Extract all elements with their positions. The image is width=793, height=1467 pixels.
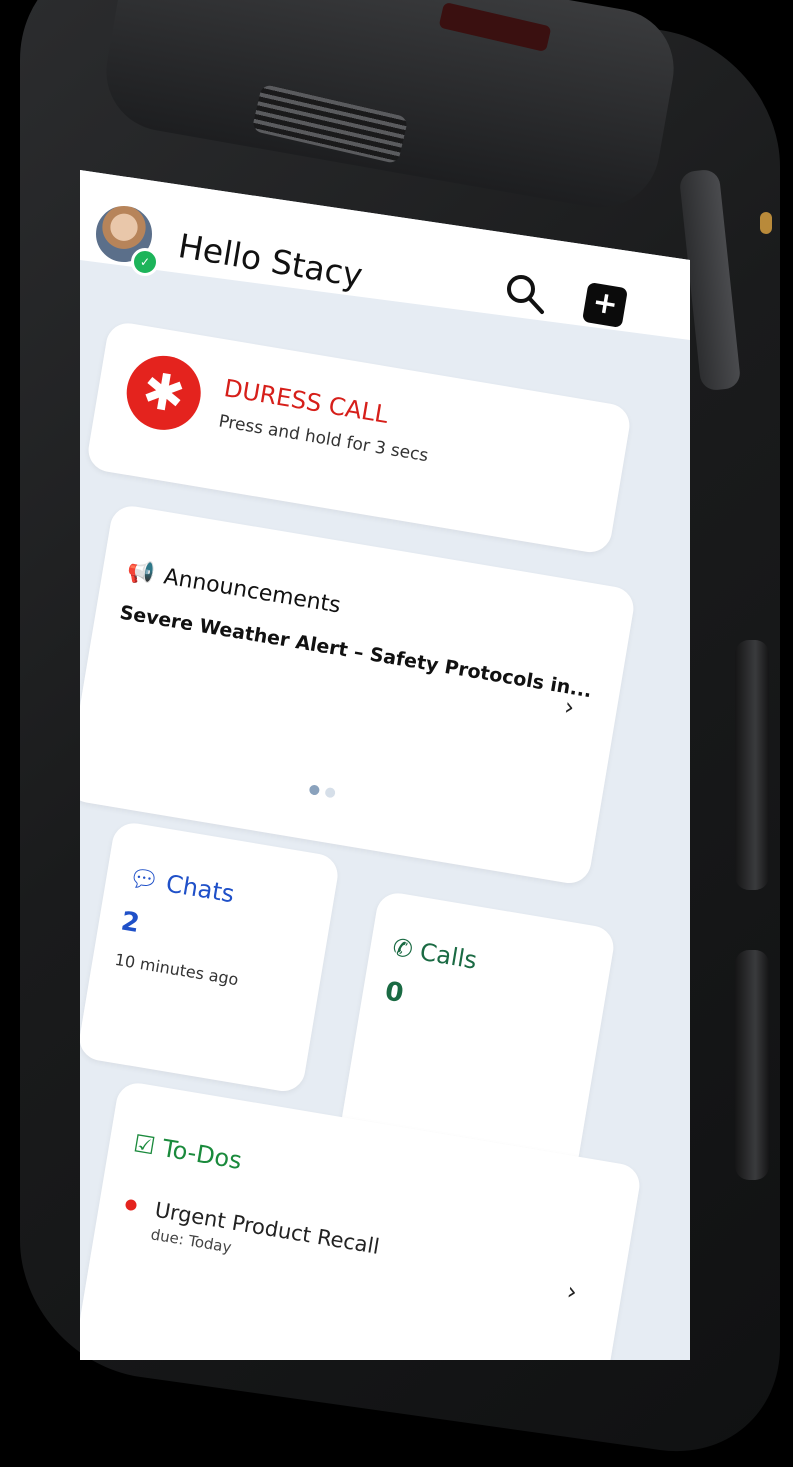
chats-timestamp: 10 minutes ago: [113, 949, 240, 990]
carousel-pager[interactable]: [308, 779, 343, 803]
announcements-label: Announcements: [161, 564, 343, 619]
plus-icon: +: [589, 284, 621, 323]
side-button-upper: [735, 640, 769, 890]
megaphone-icon: 📢: [124, 558, 157, 588]
search-icon: [507, 275, 544, 314]
chats-header: 💬︎ Chats: [126, 863, 236, 908]
online-status-icon: ✓: [131, 248, 159, 276]
duress-subtitle: Press and hold for 3 secs: [217, 411, 430, 467]
announcement-headline[interactable]: Severe Weather Alert – Safety Protocols …: [118, 602, 593, 703]
volume-buttons: [735, 950, 769, 1180]
phone-screen: ✓ Hello Stacy + ✱ DURESS CALL Press and …: [80, 170, 690, 1360]
device-indicator: [760, 212, 772, 234]
chats-tile[interactable]: 💬︎ Chats 2 10 minutes ago: [80, 820, 341, 1095]
calls-count: 0: [382, 976, 406, 1010]
todos-header: ☑ To-Dos: [131, 1129, 243, 1175]
phone-icon: ✆: [390, 933, 415, 965]
add-button[interactable]: +: [581, 281, 629, 329]
chats-count: 2: [118, 906, 142, 940]
pager-dot-active[interactable]: [308, 784, 321, 796]
todo-item[interactable]: Urgent Product Recall due: Today ›: [124, 1193, 591, 1306]
calls-header: ✆ Calls: [390, 933, 479, 975]
asterisk-icon: ✱: [121, 350, 207, 436]
search-button[interactable]: [502, 270, 550, 318]
checklist-icon: ☑: [131, 1129, 158, 1161]
todo-title: Urgent Product Recall: [153, 1197, 382, 1259]
chats-label: Chats: [164, 869, 237, 909]
todos-label: To-Dos: [160, 1134, 244, 1175]
calls-label: Calls: [417, 937, 479, 975]
chevron-right-icon[interactable]: ›: [565, 1277, 579, 1306]
priority-bullet: [124, 1198, 138, 1212]
pager-dot[interactable]: [324, 786, 336, 799]
chat-bubble-icon: 💬︎: [126, 863, 162, 896]
